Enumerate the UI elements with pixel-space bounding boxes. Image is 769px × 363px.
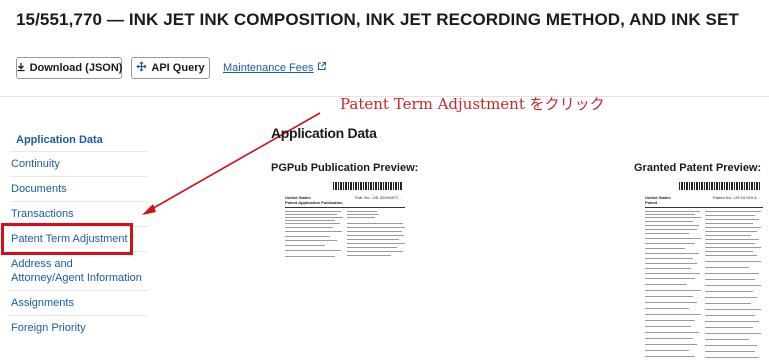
sidebar-item-attorney-agent[interactable]: Attorney/Agent Information	[11, 271, 142, 285]
api-query-label: API Query	[151, 62, 205, 74]
download-json-button[interactable]: Download (JSON)	[16, 57, 122, 79]
preview-doc-type: Patent Application Publication	[285, 200, 343, 205]
preview-doc-type: Patent	[645, 200, 658, 205]
sidebar-item-continuity[interactable]: Continuity	[11, 157, 60, 171]
pgpub-preview-label: PGPub Publication Preview:	[271, 162, 419, 174]
sidebar-item-transactions[interactable]: Transactions	[11, 207, 74, 221]
sidebar-item-assignments[interactable]: Assignments	[11, 296, 74, 310]
maintenance-fees-link[interactable]: Maintenance Fees	[223, 61, 327, 74]
sidebar-item-foreign-priority[interactable]: Foreign Priority	[11, 321, 86, 335]
barcode	[679, 182, 761, 190]
annotation-highlight-box	[1, 223, 133, 255]
api-move-icon	[136, 61, 147, 75]
sidebar-item-documents[interactable]: Documents	[11, 182, 67, 196]
download-json-label: Download (JSON)	[29, 62, 123, 74]
annotation-text: Patent Term Adjustment をクリック	[340, 95, 605, 113]
sidebar-divider	[10, 176, 148, 177]
api-query-button[interactable]: API Query	[131, 57, 210, 79]
external-link-icon	[317, 61, 327, 74]
sidebar-item-address[interactable]: Address and	[11, 257, 73, 271]
barcode	[333, 182, 403, 190]
sidebar-divider	[10, 290, 148, 291]
main-heading: Application Data	[271, 125, 377, 141]
maintenance-fees-label: Maintenance Fees	[223, 61, 314, 74]
sidebar-divider	[10, 315, 148, 316]
granted-preview-label: Granted Patent Preview:	[634, 162, 762, 174]
sidebar-divider	[10, 151, 148, 152]
pgpub-preview-image[interactable]: United States Patent Application Publica…	[283, 181, 408, 265]
page-title: 15/551,770 — INK JET INK COMPOSITION, IN…	[16, 10, 739, 29]
preview-doc-number: Patent No.: US 10,519,3...	[713, 195, 760, 200]
sidebar-heading-application-data[interactable]: Application Data	[16, 133, 103, 147]
preview-doc-number: Pub. No.: US 2019/0077...	[355, 195, 402, 200]
sidebar-divider	[10, 201, 148, 202]
download-icon	[16, 62, 26, 75]
granted-preview-image[interactable]: United States Patent Patent No.: US 10,5…	[643, 181, 765, 363]
